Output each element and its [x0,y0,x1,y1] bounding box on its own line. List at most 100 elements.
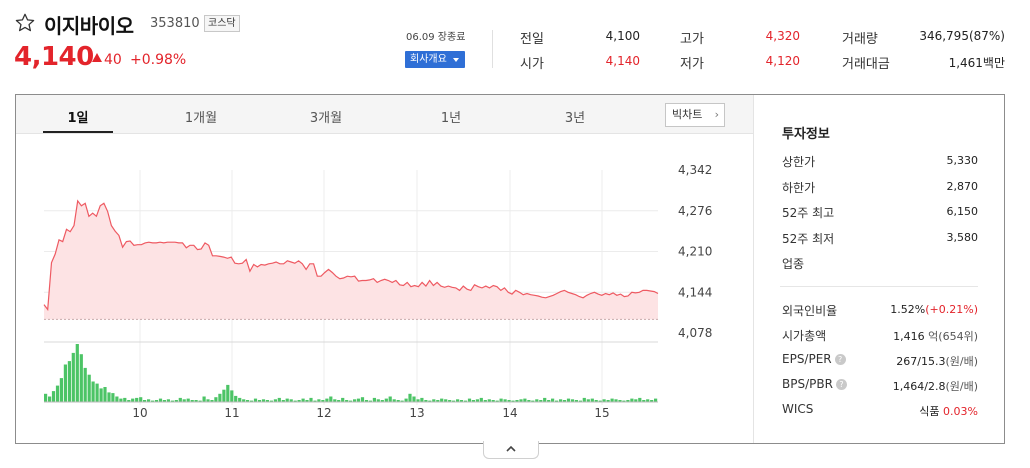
prev-close-value: 4,100 [605,29,640,43]
volume-bar [479,397,483,402]
info-separator [780,286,978,287]
trade-value-label: 거래대금 [842,57,890,72]
price-change-rate: +0.98% [130,52,187,68]
eps-per-label-row: EPS/PER? [782,352,846,366]
volume-bar [301,398,305,402]
volume-bar [135,397,139,402]
volume-bar [329,396,333,402]
volume-bar [566,398,571,402]
volume-bar [325,398,329,402]
high-label: 고가 [680,32,704,47]
eps-per: 267/15.3 [896,355,946,368]
volume-bar [158,398,163,402]
volume-bar [467,398,472,402]
volume-bar [543,397,547,402]
high-value: 4,320 [765,29,800,43]
y-tick-label: 4,342 [678,163,712,177]
volume-bar [87,374,91,402]
volume-bar [523,398,527,402]
open-label: 시가 [520,57,544,72]
upper-limit-label: 상한가 [782,155,816,169]
volume-bar [420,397,424,402]
wics-value: 식품 0.03% [919,403,978,419]
volume-bar [630,398,634,402]
y-tick-label: 4,210 [678,245,712,259]
chart-panel: 1일 1개월 3개월 1년 3년 빅차트 › 4,342 4,276 4,210 4,… [15,94,1005,444]
volume-bar [408,393,412,402]
volume-bar [218,393,222,402]
eps-per-value: 267/15.3(원/배) [896,353,978,369]
volume-bar [360,397,365,402]
volume-bar [226,384,230,402]
week52-high-label: 52주 최고 [782,206,835,220]
market-cap-value: 1,416 억(654위) [893,328,978,344]
volume-bar [202,396,206,402]
volume-bar [388,396,392,402]
volume-bar [440,398,444,402]
company-overview-label: 회사개요 [410,54,447,65]
market-badge: 코스닥 [204,15,240,32]
volume-bar [51,391,56,402]
volume-bar [590,398,594,402]
help-icon[interactable]: ? [834,354,846,365]
volume-bar [277,397,281,402]
y-tick-label: 4,144 [678,285,712,299]
upper-limit-value: 5,330 [946,154,979,167]
market-cap: 1,416 [893,330,925,343]
volume-bar [499,398,503,402]
foreign-ratio-label: 외국인비율 [782,304,838,318]
volume-value: 346,795(87%) [919,29,1005,43]
volume-bar [582,397,586,402]
low-value: 4,120 [765,54,800,68]
volume-bar [341,397,345,402]
up-arrow-icon [92,53,102,62]
bps-pbr-label-row: BPS/PBR? [782,377,847,391]
low-label: 저가 [680,57,704,72]
price-change: 40 [104,52,122,68]
star-icon[interactable] [14,12,36,34]
volume-bar [238,397,242,402]
prev-close-label: 전일 [520,32,544,47]
volume-bar [107,392,111,402]
volume-bar [610,398,614,402]
volume-bar [111,393,115,402]
volume-bar [63,364,67,402]
investment-info: 투자정보 상한가 5,330 하한가 2,870 52주 최고 6,150 52… [754,95,1004,443]
company-overview-button[interactable]: 회사개요 [405,51,465,68]
stock-code: 353810 [150,16,200,31]
investment-info-title: 투자정보 [782,127,830,142]
bps-pbr: 1,464/2.8 [892,380,946,393]
expand-toggle[interactable] [483,441,539,459]
volume-bar [48,396,52,402]
stock-header: 이지바이오 353810 코스닥 4,140 40 +0.98% 06.09 장… [0,0,1030,90]
price-area [44,200,658,320]
volume-bar [139,397,143,402]
trade-value-value: 1,461백만 [948,56,1005,70]
volume-bar [119,398,123,402]
volume-bar [71,352,75,402]
volume-bar [91,381,95,402]
help-icon[interactable]: ? [835,379,847,390]
bps-pbr-label: BPS/PBR [782,377,833,391]
volume-bar [654,398,658,402]
x-tick-label: 11 [224,406,239,420]
market-cap-rank: 억(654위) [928,330,978,343]
volume-bar [234,395,238,402]
volume-bar [123,397,127,402]
lower-limit-value: 2,870 [946,180,979,193]
volume-bar [230,390,234,402]
volume-bar [214,397,218,402]
volume-bar [372,397,376,402]
intraday-chart[interactable]: 4,342 4,276 4,210 4,144 4,078 10 11 12 13 14 15 [16,95,753,443]
volume-bar [59,378,63,402]
volume-bar [115,396,119,402]
volume-bar [67,361,71,402]
x-tick-label: 15 [594,406,609,420]
wics-sector[interactable]: 식품 [919,405,939,418]
eps-per-label: EPS/PER [782,352,832,366]
volume-bar [638,397,642,402]
volume-bar [222,389,226,402]
session-date: 06.09 장종료 [406,32,466,43]
x-tick-label: 14 [502,406,517,420]
volume-bar [384,398,388,402]
